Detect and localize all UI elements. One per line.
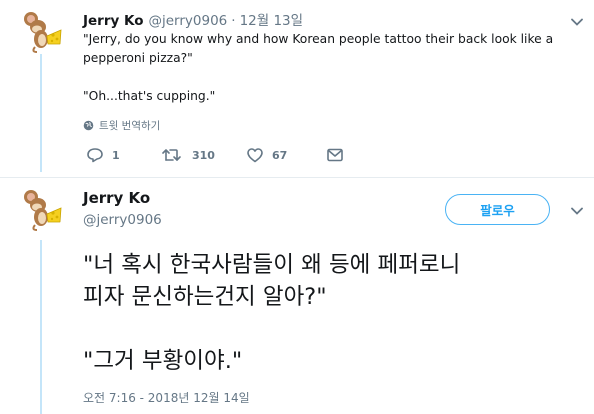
tweet-text-line: "Jerry, do you know why and how Korean p… <box>83 32 554 46</box>
avatar[interactable] <box>17 184 65 232</box>
retweet-count: 310 <box>192 148 215 162</box>
like-button[interactable]: 67 <box>246 147 287 163</box>
user-handle[interactable]: @jerry0906 <box>149 13 228 29</box>
separator-dot: · <box>231 13 236 29</box>
user-handle[interactable]: @jerry0906 <box>83 212 162 228</box>
reply-icon <box>87 148 103 163</box>
tweet-date[interactable]: 12월 13일 <box>240 9 304 29</box>
tweet-text: "Jerry, do you know why and how Korean p… <box>83 30 578 106</box>
thread-connector-line <box>40 52 42 172</box>
chevron-down-icon[interactable] <box>571 18 583 26</box>
direct-message-button[interactable] <box>326 147 352 163</box>
display-name[interactable]: Jerry Ko <box>83 13 144 29</box>
tweet-header: Jerry Ko @jerry0906 · 12월 13일 <box>83 9 303 29</box>
tweet-text-line: pepperoni pizza?" <box>83 51 193 65</box>
tweet-text-line: "그거 부황이야." <box>83 348 243 374</box>
tweet-text-line: "너 혹시 한국사람들이 왜 등에 페퍼로니 <box>83 252 461 278</box>
tweet-actions: 1 310 67 <box>86 147 366 167</box>
tweet-text-line: "Oh...that's cupping." <box>83 89 216 103</box>
chevron-down-icon[interactable] <box>571 207 583 215</box>
tweet-text: "너 혹시 한국사람들이 왜 등에 페퍼로니 피자 문신하는건지 알아?" "그… <box>83 249 583 377</box>
tweet-divider <box>0 177 594 178</box>
tweet-timestamp[interactable]: 오전 7:16 - 2018년 12월 14일 <box>83 389 250 406</box>
translate-label[interactable]: 트윗 번역하기 <box>99 118 160 133</box>
translate-tweet-link[interactable]: 트윗 번역하기 <box>83 118 160 133</box>
follow-button[interactable]: 팔로우 <box>445 194 550 225</box>
heart-icon <box>247 148 263 163</box>
thread-connector-line <box>40 240 42 414</box>
tweet-text-line: 피자 문신하는건지 알아?" <box>83 284 327 310</box>
reply-button[interactable]: 1 <box>86 147 120 163</box>
globe-icon <box>83 120 94 131</box>
avatar[interactable] <box>17 6 65 54</box>
retweet-button[interactable]: 310 <box>162 147 215 163</box>
retweet-icon <box>162 149 181 161</box>
display-name[interactable]: Jerry Ko <box>83 189 150 207</box>
reply-count: 1 <box>112 148 120 162</box>
direct-message-icon <box>327 148 343 162</box>
like-count: 67 <box>272 148 288 162</box>
